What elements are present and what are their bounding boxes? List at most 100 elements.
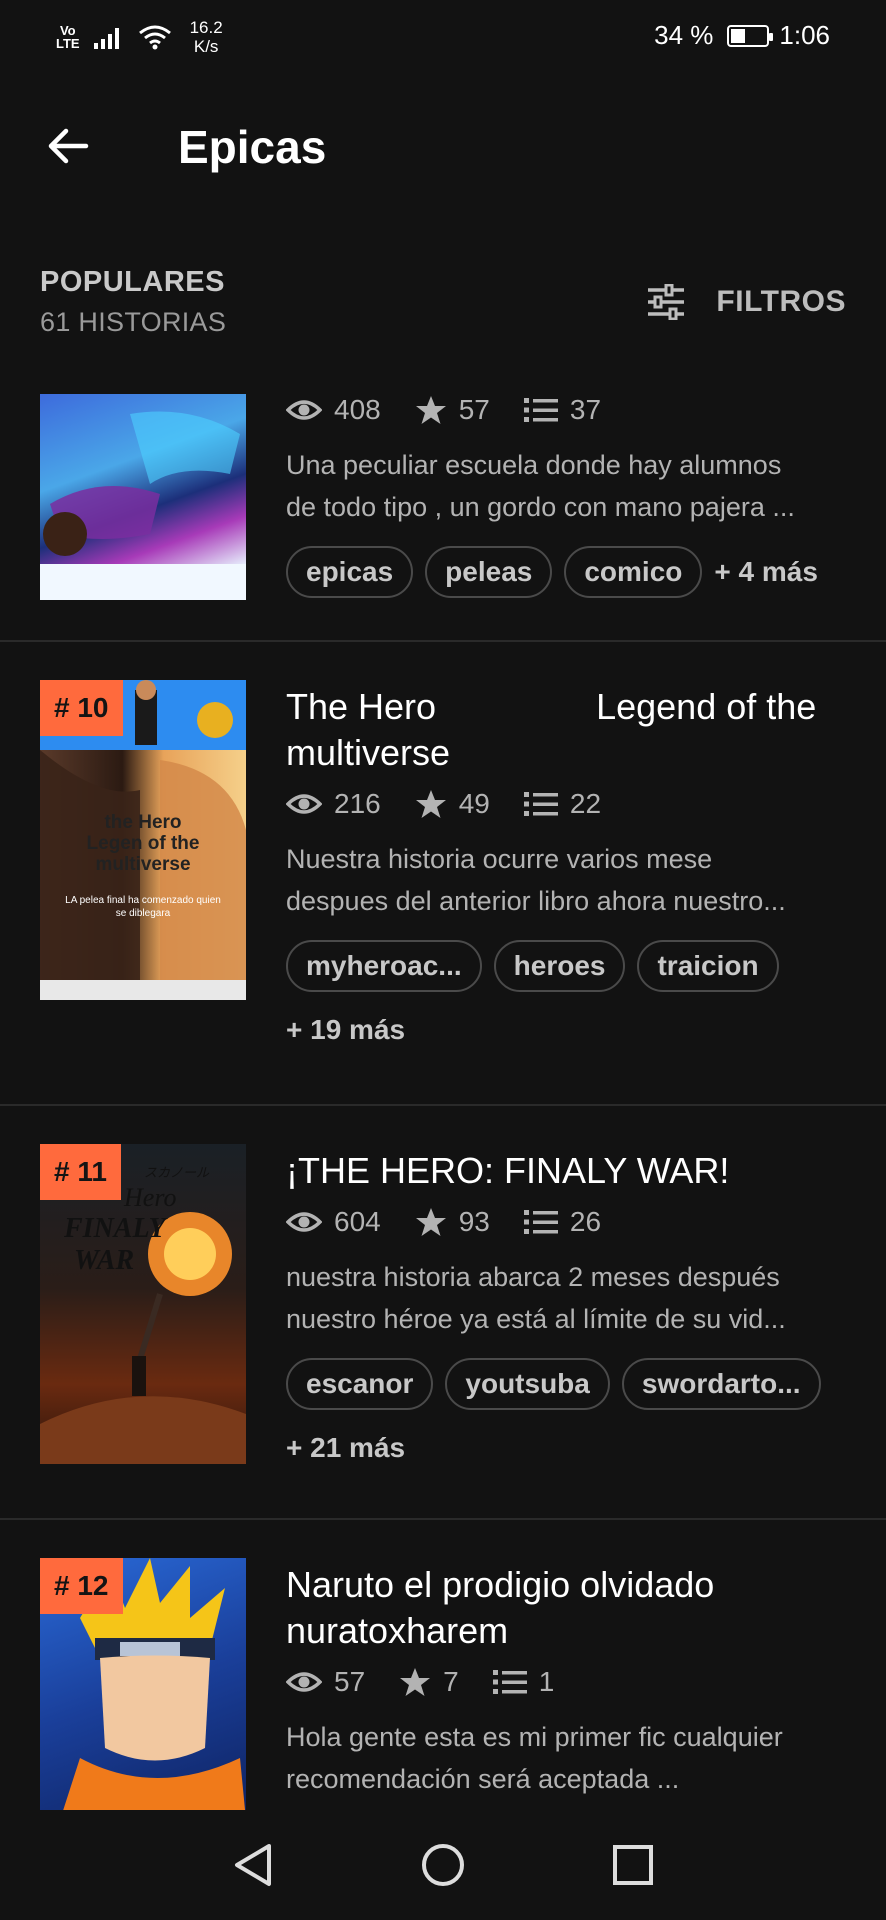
filters-label: FILTROS (716, 285, 846, 318)
star-icon (400, 1668, 431, 1696)
views-count: 604 (334, 1206, 381, 1237)
wifi-icon (138, 25, 171, 50)
parts-count: 1 (538, 1666, 555, 1697)
cover-subtitle-line: LA pelea final ha comenzado quien (65, 895, 221, 906)
cover-subtitle-line: se diblegara (115, 908, 171, 919)
stars-count: 57 (458, 394, 490, 425)
story-stats: 57 7 1 (286, 1662, 846, 1702)
story-cover[interactable] (40, 394, 246, 600)
star-icon (415, 396, 446, 424)
tag-chip[interactable]: traicion (637, 940, 779, 992)
battery-icon (727, 24, 774, 47)
description-line: despues del anterior libro ahora nuestro… (286, 886, 786, 916)
description-line: nuestra historia abarca 2 meses después (286, 1262, 780, 1292)
tag-list: escanor youtsuba swordarto... (286, 1358, 846, 1410)
nav-home-button[interactable] (413, 1835, 473, 1895)
story-cover[interactable]: # 12 (40, 1558, 246, 1820)
star-icon (415, 790, 446, 818)
tag-chip[interactable]: comico (564, 546, 703, 598)
stars-count: 7 (443, 1666, 459, 1697)
filters-button[interactable]: FILTROS (646, 284, 846, 320)
eye-icon (286, 794, 322, 814)
story-cover[interactable]: the Hero Legen of the multiverse LA pele… (40, 680, 246, 1000)
eye-icon (286, 1212, 322, 1232)
cover-subtitle: LA pelea final ha comenzado quien se dib… (40, 894, 246, 920)
description-line: de todo tipo , un gordo con mano pajera … (286, 492, 795, 522)
tag-chip[interactable]: myheroac... (286, 940, 482, 992)
parts-count: 26 (569, 1206, 602, 1237)
story-stats: 408 57 37 (286, 390, 846, 430)
tag-chip[interactable]: youtsuba (445, 1358, 610, 1410)
cover-art (40, 411, 246, 600)
more-tags[interactable]: + 19 más (286, 1014, 846, 1046)
sliders-icon (648, 284, 685, 320)
description-line: Hola gente esta es mi primer fic cualqui… (286, 1722, 783, 1752)
story-description: Nuestra historia ocurre varios mese desp… (286, 838, 846, 922)
story-item[interactable]: the Hero Legen of the multiverse LA pele… (0, 642, 886, 1106)
tag-chip[interactable]: heroes (493, 940, 626, 992)
description-line: recomendación será aceptada ... (286, 1764, 680, 1794)
volte-indicator: Vo LTE (56, 23, 80, 51)
views-count: 408 (334, 394, 381, 425)
tag-chip[interactable]: swordarto... (621, 1358, 821, 1410)
status-bar: Vo LTE 16.2 K/s 34 % 1:06 (0, 0, 886, 76)
net-speed-value: 16.2 (189, 18, 223, 37)
cover-title-line: FINALY (64, 1213, 166, 1244)
story-title[interactable]: ¡THE HERO: FINALY WAR! (286, 1148, 846, 1194)
list-icon (523, 1210, 558, 1234)
cover-title-line: multiverse (95, 854, 191, 875)
app-bar: Epicas (0, 96, 886, 192)
nav-back-button[interactable] (223, 1835, 283, 1895)
cover-title: the Hero Legen of the multiverse (40, 812, 246, 875)
cover-title-line: the Hero (104, 812, 182, 833)
tag-list: epicas peleas comico + 4 más (286, 546, 846, 598)
list-icon (523, 398, 558, 422)
tag-chip[interactable]: escanor (286, 1358, 434, 1410)
parts-count: 22 (569, 788, 602, 819)
more-tags[interactable]: + 4 más (714, 556, 818, 588)
triangle-back-icon (235, 1844, 271, 1886)
story-item[interactable]: 408 57 37 Una peculiar escuela donde hay… (0, 378, 886, 642)
eye-icon (286, 1672, 322, 1692)
story-stats: 604 93 26 (286, 1202, 846, 1242)
rank-badge: # 10 (40, 680, 123, 736)
stars-count: 49 (458, 788, 490, 819)
tag-chip[interactable]: epicas (286, 546, 414, 598)
story-description: nuestra historia abarca 2 meses después … (286, 1256, 846, 1340)
net-speed-unit: K/s (193, 37, 219, 56)
eye-icon (286, 400, 322, 420)
section-header: POPULARES 61 HISTORIAS FILTROS (40, 266, 846, 346)
back-button[interactable] (40, 118, 96, 174)
story-item[interactable]: # 12 Naruto el prodigio olvidado nuratox… (0, 1520, 886, 1820)
cover-title-line: Legen of the (86, 833, 200, 854)
story-title[interactable]: Naruto el prodigio olvidado nuratoxharem (286, 1562, 846, 1654)
circle-home-icon (422, 1844, 464, 1886)
story-stats: 216 49 22 (286, 784, 846, 824)
cover-title-line: スカノール (144, 1165, 210, 1180)
system-nav-bar (0, 1810, 886, 1920)
stars-count: 93 (458, 1206, 490, 1237)
nav-recents-button[interactable] (603, 1835, 663, 1895)
story-cover[interactable]: スカノール Hero FINALY WAR # 11 (40, 1144, 246, 1464)
views-count: 57 (334, 1666, 366, 1697)
rank-badge: # 11 (40, 1144, 121, 1200)
description-line: Nuestra historia ocurre varios mese (286, 844, 713, 874)
list-icon (492, 1670, 527, 1694)
network-speed: 16.2 K/s (190, 18, 223, 56)
square-recents-icon (613, 1845, 653, 1885)
rank-badge: # 12 (40, 1558, 123, 1614)
signal-icon (93, 28, 119, 49)
cover-title-line: WAR (74, 1245, 135, 1276)
battery-percent: 34 % (654, 20, 714, 50)
description-line: Una peculiar escuela donde hay alumnos (286, 450, 782, 480)
tag-chip[interactable]: peleas (425, 546, 553, 598)
more-tags[interactable]: + 21 más (286, 1432, 846, 1464)
story-item[interactable]: スカノール Hero FINALY WAR # 11 ¡THE HERO: FI… (0, 1106, 886, 1520)
story-description: Una peculiar escuela donde hay alumnos d… (286, 444, 846, 528)
cover-title-line: Hero (124, 1183, 177, 1212)
star-icon (415, 1208, 446, 1236)
clock: 1:06 (779, 20, 830, 50)
arrow-left-icon (48, 128, 89, 164)
story-title[interactable]: The Hero Legend of the multiverse (286, 684, 846, 776)
page-title: Epicas (178, 121, 327, 173)
